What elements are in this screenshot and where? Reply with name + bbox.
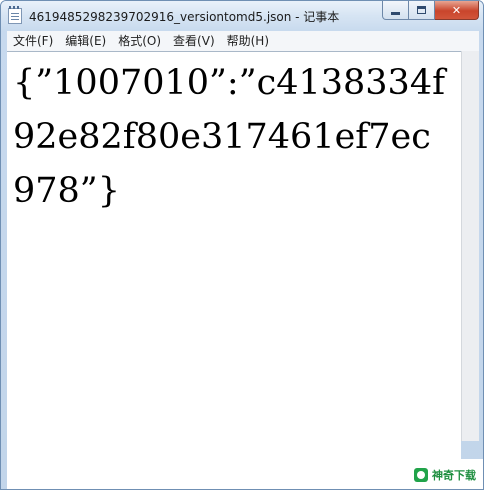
- close-icon: ✕: [451, 3, 462, 17]
- window-title: 4619485298239702916_versiontomd5.json - …: [29, 10, 340, 24]
- watermark-text: 神奇下载: [432, 469, 476, 482]
- notepad-icon[interactable]: [8, 6, 22, 24]
- minimize-icon: [391, 11, 400, 15]
- leaf-icon: [414, 468, 428, 482]
- vertical-scrollbar[interactable]: [461, 51, 479, 441]
- minimize-button[interactable]: [382, 1, 409, 20]
- close-button[interactable]: ✕: [435, 1, 479, 20]
- notepad-window: 4619485298239702916_versiontomd5.json - …: [0, 0, 484, 490]
- menu-help[interactable]: 帮助(H): [221, 31, 275, 51]
- window-controls: ✕: [382, 1, 479, 21]
- title-bar[interactable]: 4619485298239702916_versiontomd5.json - …: [1, 1, 483, 31]
- menu-format[interactable]: 格式(O): [112, 31, 167, 51]
- menu-bar: 文件(F) 编辑(E) 格式(O) 查看(V) 帮助(H): [7, 31, 479, 51]
- maximize-button[interactable]: [409, 1, 435, 20]
- editor-content[interactable]: {”1007010”:”c4138334f92e82f80e317461ef7e…: [13, 56, 453, 218]
- watermark-logo: 神奇下载: [405, 459, 483, 489]
- menu-file[interactable]: 文件(F): [7, 31, 59, 51]
- text-editor[interactable]: {”1007010”:”c4138334f92e82f80e317461ef7e…: [7, 51, 461, 489]
- menu-view[interactable]: 查看(V): [167, 31, 221, 51]
- maximize-icon: [417, 6, 426, 14]
- menu-edit[interactable]: 编辑(E): [59, 31, 112, 51]
